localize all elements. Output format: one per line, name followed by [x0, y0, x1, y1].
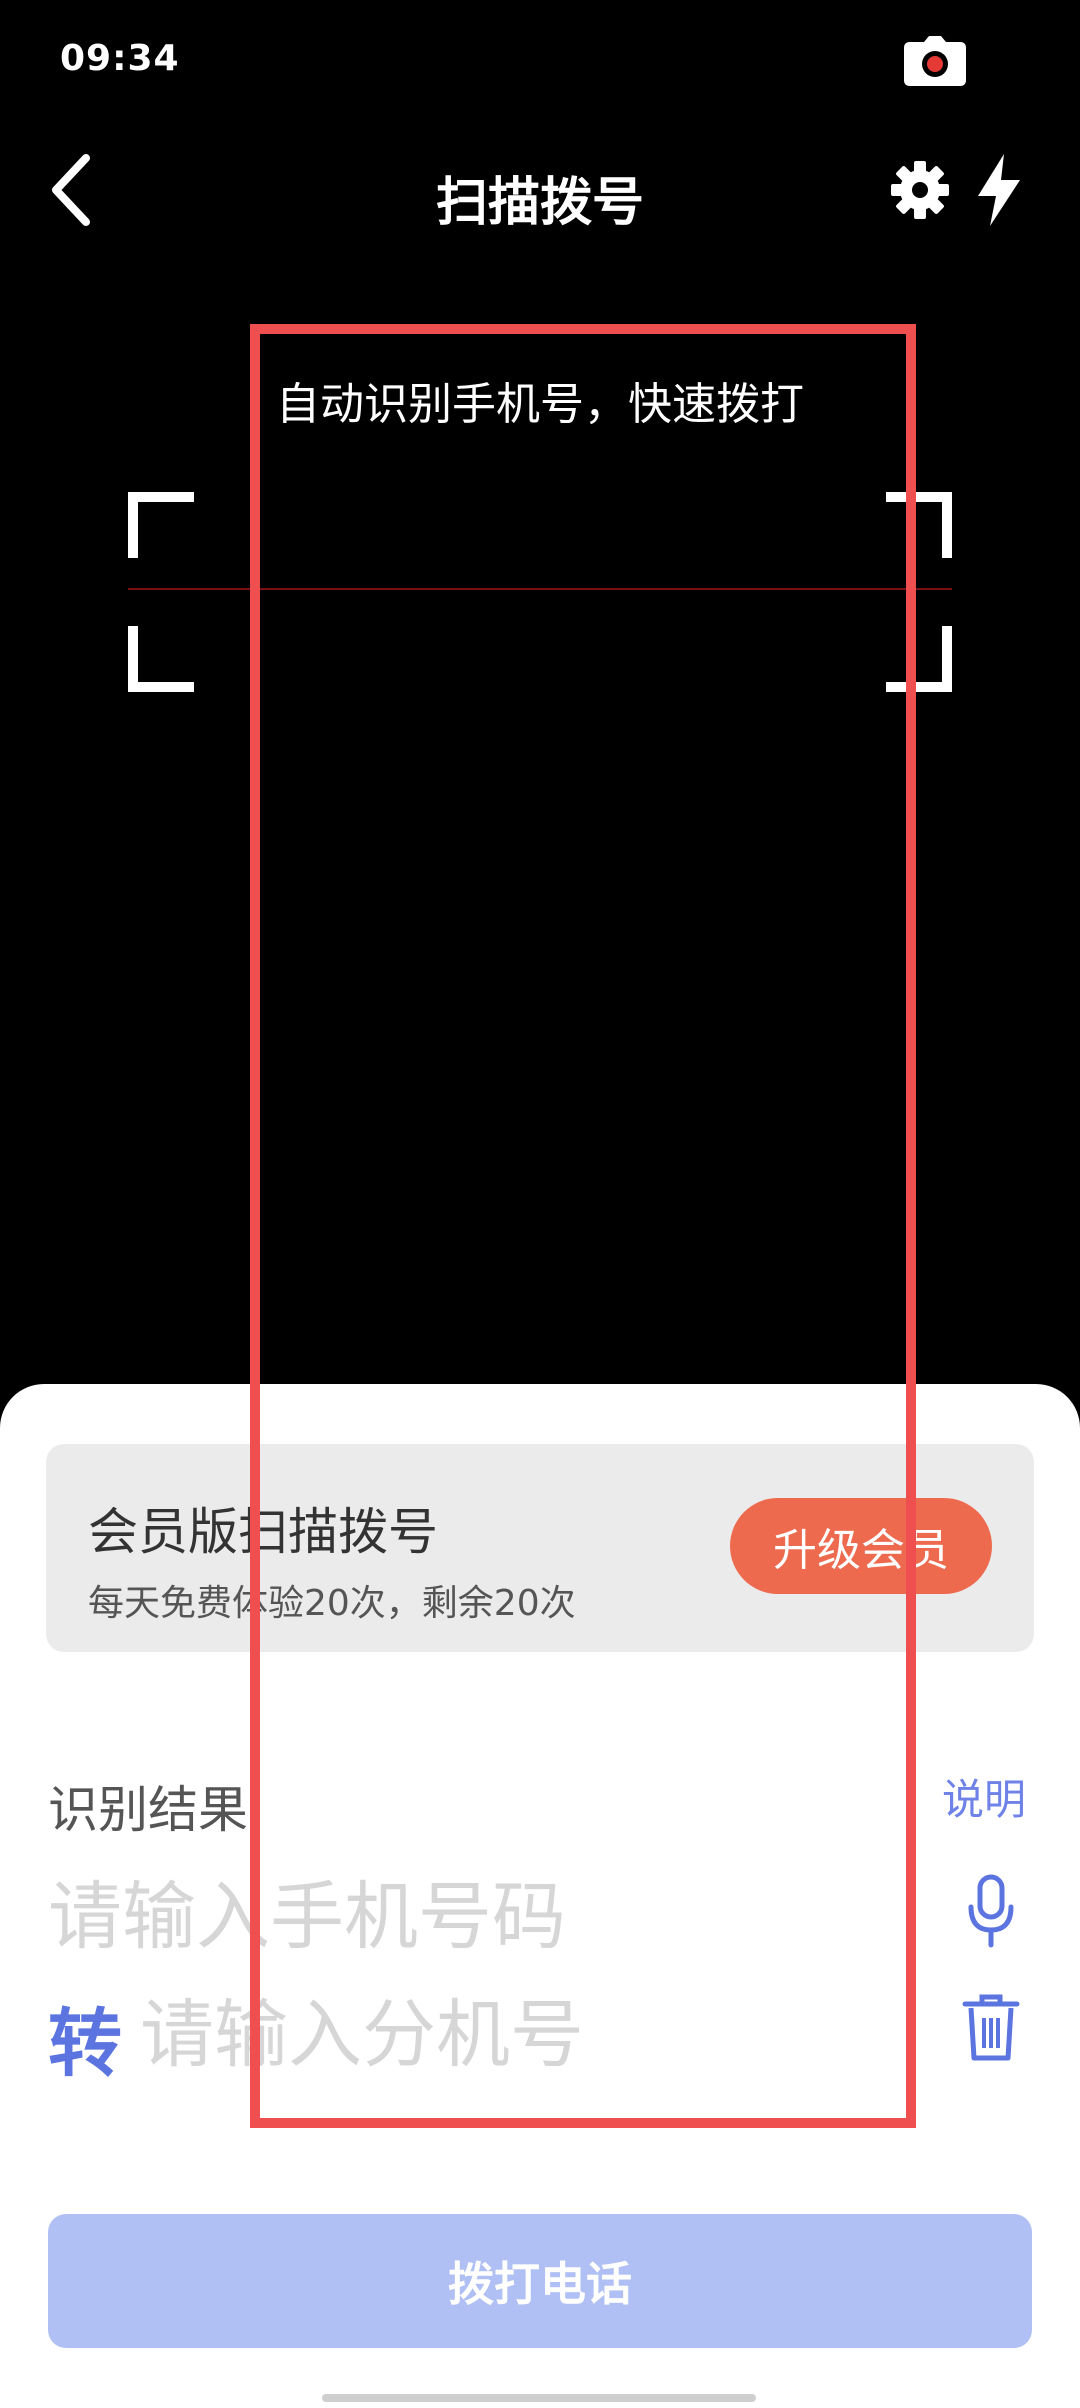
vip-card: 会员版扫描拨号 每天免费体验20次，剩余20次 升级会员 [46, 1444, 1034, 1652]
result-label: 识别结果 [48, 1781, 248, 1839]
camera-icon [904, 36, 966, 86]
scan-corner-top-left [128, 492, 194, 558]
upgrade-member-button[interactable]: 升级会员 [730, 1498, 992, 1594]
call-button[interactable]: 拨打电话 [48, 2214, 1032, 2348]
explain-link[interactable]: 说明 [942, 1766, 1026, 1827]
trash-icon[interactable] [962, 1992, 1020, 2062]
bottom-sheet: 会员版扫描拨号 每天免费体验20次，剩余20次 升级会员 识别结果 说明 转 拨… [0, 1384, 1080, 2408]
transfer-label: 转 [48, 2001, 122, 2087]
scan-corner-bottom-left [128, 626, 194, 692]
scan-corner-bottom-right [886, 626, 952, 692]
scan-corner-top-right [886, 492, 952, 558]
flash-icon[interactable] [974, 154, 1024, 226]
gear-icon[interactable] [890, 160, 950, 220]
vip-subtitle: 每天免费体验20次，剩余20次 [88, 1583, 576, 1624]
vip-title: 会员版扫描拨号 [88, 1503, 438, 1561]
home-indicator[interactable] [322, 2394, 756, 2402]
extension-input[interactable] [140, 1990, 860, 2080]
scan-hint: 自动识别手机号，快速拨打 [276, 379, 804, 430]
status-time: 09:34 [60, 38, 180, 79]
microphone-icon[interactable] [966, 1874, 1016, 1948]
phone-number-input[interactable] [48, 1872, 868, 1962]
scan-frame [128, 492, 952, 692]
scan-line [128, 588, 952, 590]
